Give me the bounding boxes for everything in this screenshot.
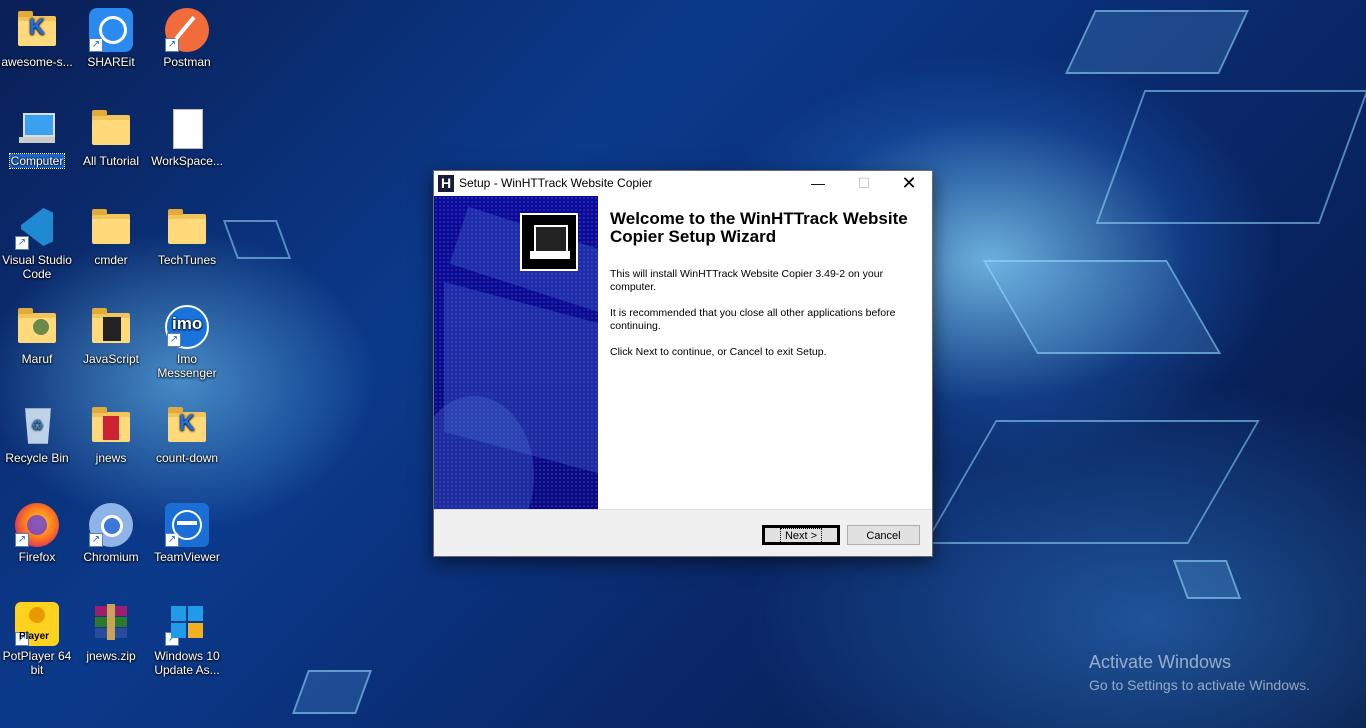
desktop-icon-potplayer[interactable]: Player ↗ PotPlayer 64 bit bbox=[0, 602, 74, 677]
setup-dialog: H Setup - WinHTTrack Website Copier — ☐ … bbox=[433, 170, 933, 557]
desktop-icon-label: PotPlayer 64 bit bbox=[2, 649, 72, 677]
computer-icon bbox=[15, 107, 59, 151]
desktop-icon-label: Postman bbox=[163, 55, 211, 69]
kotlin-k-icon: K bbox=[29, 14, 45, 39]
activate-windows-watermark: Activate Windows Go to Settings to activ… bbox=[1089, 652, 1310, 693]
desktop-icon-label: Maruf bbox=[21, 352, 53, 366]
desktop-icon-firefox[interactable]: ↗ Firefox bbox=[0, 503, 74, 564]
folder-icon bbox=[89, 305, 133, 349]
wizard-sidebar-image bbox=[434, 196, 598, 509]
recycle-bin-icon: ♻ bbox=[15, 404, 59, 448]
wizard-heading: Welcome to the WinHTTrack Website Copier… bbox=[610, 209, 908, 246]
desktop-icon-techtunes[interactable]: TechTunes bbox=[150, 206, 224, 267]
maximize-button: ☐ bbox=[857, 175, 871, 191]
desktop-icon-label: Windows 10 Update As... bbox=[154, 649, 220, 677]
desktop-icon-postman[interactable]: ↗ Postman bbox=[150, 8, 224, 69]
desktop-icon-label: Recycle Bin bbox=[5, 451, 69, 465]
chromium-icon: ↗ bbox=[89, 503, 133, 547]
folder-icon bbox=[89, 404, 133, 448]
user-folder-icon bbox=[15, 305, 59, 349]
shortcut-arrow-icon: ↗ bbox=[167, 333, 181, 347]
desktop-icon-maruf[interactable]: Maruf bbox=[0, 305, 74, 366]
desktop-icon-jnews-zip[interactable]: jnews.zip bbox=[74, 602, 148, 663]
desktop-icon-label: Imo Messenger bbox=[157, 352, 217, 380]
desktop-icon-vscode[interactable]: ↗ Visual Studio Code bbox=[0, 206, 74, 281]
folder-icon bbox=[89, 206, 133, 250]
desktop-icon-label: TeamViewer bbox=[154, 550, 220, 564]
cancel-button[interactable]: Cancel bbox=[847, 525, 920, 545]
activate-title: Activate Windows bbox=[1089, 652, 1232, 672]
windows-logo-icon: ↗ bbox=[165, 602, 209, 646]
wizard-footer: Next > Cancel bbox=[434, 509, 932, 557]
desktop-icon-label: awesome-s... bbox=[1, 55, 73, 69]
desktop-icon-recycle-bin[interactable]: ♻ Recycle Bin bbox=[0, 404, 74, 465]
next-button-label: Next > bbox=[779, 528, 823, 544]
shareit-icon: ↗ bbox=[89, 8, 133, 52]
desktop-icon-imo[interactable]: imo ↗ Imo Messenger bbox=[150, 305, 224, 380]
desktop-icon-teamviewer[interactable]: ↗ TeamViewer bbox=[150, 503, 224, 564]
httrack-app-icon: H bbox=[438, 175, 454, 192]
imo-icon: imo ↗ bbox=[165, 305, 209, 349]
wizard-content: Welcome to the WinHTTrack Website Copier… bbox=[434, 196, 932, 509]
postman-icon: ↗ bbox=[165, 8, 209, 52]
activate-subtitle: Go to Settings to activate Windows. bbox=[1089, 677, 1310, 693]
kotlin-k-icon: K bbox=[179, 410, 195, 435]
winrar-archive-icon bbox=[89, 602, 133, 646]
firefox-icon: ↗ bbox=[15, 503, 59, 547]
computer-logo-icon bbox=[520, 213, 578, 271]
shortcut-arrow-icon: ↗ bbox=[15, 533, 29, 547]
desktop-icon-count-down[interactable]: K count-down bbox=[150, 404, 224, 465]
desktop-icon-chromium[interactable]: ↗ Chromium bbox=[74, 503, 148, 564]
shortcut-arrow-icon: ↗ bbox=[15, 236, 29, 250]
desktop-icon-label: count-down bbox=[155, 451, 219, 465]
potplayer-icon: Player ↗ bbox=[15, 602, 59, 646]
desktop-icon-label: WorkSpace... bbox=[151, 154, 223, 168]
desktop-icon-label: cmder bbox=[94, 253, 128, 267]
desktop-icon-label: Computer bbox=[8, 153, 66, 169]
teamviewer-icon: ↗ bbox=[165, 503, 209, 547]
next-button[interactable]: Next > bbox=[762, 525, 840, 545]
desktop-icon-label: Firefox bbox=[18, 550, 56, 564]
desktop-icon-label: jnews.zip bbox=[86, 649, 136, 663]
shortcut-arrow-icon: ↗ bbox=[89, 533, 103, 547]
desktop-icon-label: Chromium bbox=[83, 550, 139, 564]
desktop-icon-label: jnews bbox=[95, 451, 127, 465]
desktop-icon-awesome[interactable]: K awesome-s... bbox=[0, 8, 74, 69]
close-button[interactable]: ✕ bbox=[886, 171, 932, 196]
minimize-button[interactable]: — bbox=[795, 171, 841, 196]
desktop-icon-javascript[interactable]: JavaScript bbox=[74, 305, 148, 366]
desktop-icon-shareit[interactable]: ↗ SHAREit bbox=[74, 8, 148, 69]
desktop-icon-all-tutorial[interactable]: All Tutorial bbox=[74, 107, 148, 168]
wizard-paragraph-1: This will install WinHTTrack Website Cop… bbox=[610, 268, 884, 293]
wizard-text-area: Welcome to the WinHTTrack Website Copier… bbox=[610, 210, 920, 372]
wizard-paragraph-2: It is recommended that you close all oth… bbox=[610, 307, 896, 332]
desktop-icon-cmder[interactable]: cmder bbox=[74, 206, 148, 267]
shortcut-arrow-icon: ↗ bbox=[89, 38, 103, 52]
desktop-icon-label: SHAREit bbox=[87, 55, 135, 69]
desktop-icon-label: All Tutorial bbox=[82, 154, 140, 168]
desktop-icon-label: Visual Studio Code bbox=[2, 253, 72, 281]
wizard-paragraph-3: Click Next to continue, or Cancel to exi… bbox=[610, 346, 827, 358]
desktop-icon-label: TechTunes bbox=[157, 253, 217, 267]
folder-icon bbox=[165, 206, 209, 250]
folder-icon bbox=[89, 107, 133, 151]
desktop-icon-workspace[interactable]: WorkSpace... bbox=[150, 107, 224, 168]
desktop-icon-computer[interactable]: Computer bbox=[0, 107, 74, 169]
dialog-title: Setup - WinHTTrack Website Copier bbox=[459, 176, 653, 190]
dialog-titlebar[interactable]: H Setup - WinHTTrack Website Copier — ☐ … bbox=[434, 171, 932, 196]
file-icon bbox=[165, 107, 209, 151]
desktop-icon-jnews[interactable]: jnews bbox=[74, 404, 148, 465]
desktop-icon-label: JavaScript bbox=[82, 352, 140, 366]
desktop-icon-win10-update[interactable]: ↗ Windows 10 Update As... bbox=[150, 602, 224, 677]
vscode-icon: ↗ bbox=[15, 206, 59, 250]
